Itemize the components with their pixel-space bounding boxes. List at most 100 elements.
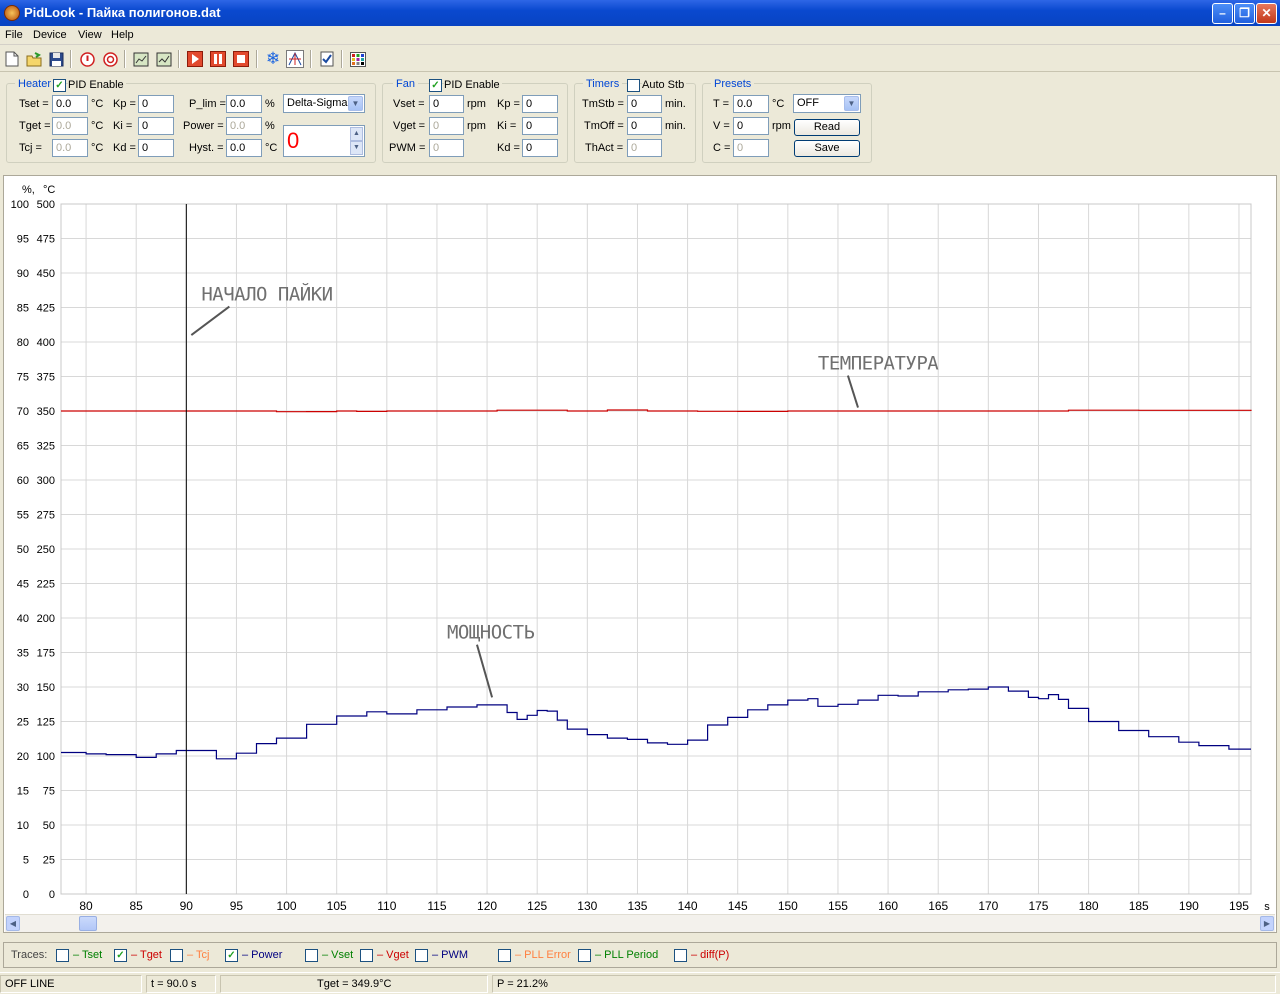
trace-checkbox-pwm[interactable] — [415, 949, 428, 962]
fan-kp-label: Kp = — [497, 98, 520, 110]
chart-import-icon[interactable] — [155, 50, 173, 68]
fan-ki-input[interactable]: 0 — [522, 117, 558, 135]
power-label: Power = — [183, 120, 224, 132]
heater-mode-select[interactable]: Delta-Sigma ▼ — [283, 94, 365, 113]
x-axis-unit: s — [1264, 901, 1270, 913]
x-tick-label: 160 — [878, 899, 898, 913]
palette-icon[interactable] — [349, 50, 367, 68]
trace-checkbox-tget[interactable]: ✓ — [114, 949, 127, 962]
unit-label: min. — [665, 120, 686, 132]
open-folder-icon[interactable] — [25, 50, 43, 68]
trace-checkbox-diff-p-[interactable] — [674, 949, 687, 962]
thact-input: 0 — [627, 139, 662, 157]
y-tick-label-temp: 500 — [37, 199, 55, 211]
annotation-label: ТЕМПЕРАТУРА — [818, 353, 939, 375]
stop-icon[interactable] — [232, 50, 250, 68]
unit-label: °C — [265, 142, 278, 154]
chevron-down-icon[interactable]: ▼ — [844, 96, 859, 111]
tmstb-input[interactable]: 0 — [627, 95, 662, 113]
tset-input[interactable]: 0.0 — [52, 95, 88, 113]
heater-ki-input[interactable]: 0 — [138, 117, 174, 135]
vset-input[interactable]: 0 — [429, 95, 464, 113]
auto-stb-checkbox[interactable]: ✓ — [627, 79, 640, 92]
close-button[interactable]: ✕ — [1256, 3, 1277, 24]
preset-select[interactable]: OFF ▼ — [793, 94, 861, 113]
heater-mode-value: Delta-Sigma — [287, 97, 348, 109]
traces-panel: Traces: – Tset ✓ – Tget – Tcj ✓ – Power – Vset… — [3, 942, 1277, 968]
scroll-thumb[interactable] — [79, 916, 97, 931]
trace-checkbox-pll-period[interactable] — [578, 949, 591, 962]
fan-kp-input[interactable]: 0 — [522, 95, 558, 113]
x-tick-label: 195 — [1229, 899, 1249, 913]
hyst-input[interactable]: 0.0 — [226, 139, 262, 157]
y-tick-label-temp: 475 — [37, 234, 55, 246]
unit-label: rpm — [467, 98, 486, 110]
unit-label: °C — [772, 98, 785, 110]
fan-pid-enable-checkbox[interactable]: ✓ — [429, 79, 442, 92]
y-tick-label-pct: 75 — [17, 372, 29, 384]
tmoff-input[interactable]: 0 — [627, 117, 662, 135]
trace-checkbox-tcj[interactable] — [170, 949, 183, 962]
thact-label: ThAct = — [585, 142, 624, 154]
chevron-down-icon[interactable]: ▼ — [348, 96, 363, 111]
y-axis-unit-temp: °C — [43, 184, 55, 196]
trace-label: – PLL Error — [515, 949, 571, 961]
chart-export-icon[interactable] — [132, 50, 150, 68]
grid-view-icon[interactable] — [286, 50, 304, 68]
snowflake-icon[interactable]: ❄ — [264, 49, 282, 68]
save-button[interactable]: Save — [794, 140, 860, 157]
traces-label: Traces: — [11, 949, 48, 961]
scroll-left-icon[interactable]: ◀ — [6, 916, 20, 931]
preset-v-input[interactable]: 0 — [733, 117, 769, 135]
new-file-icon[interactable] — [3, 50, 21, 68]
save-disk-icon[interactable] — [47, 50, 65, 68]
minimize-button[interactable]: – — [1212, 3, 1233, 24]
trace-label: – diff(P) — [691, 949, 730, 961]
trace-checkbox-vget[interactable] — [360, 949, 373, 962]
power-off-icon[interactable] — [101, 50, 119, 68]
trace-label: – Power — [242, 949, 283, 961]
trace-checkbox-pll-error[interactable] — [498, 949, 511, 962]
read-button[interactable]: Read — [794, 119, 860, 136]
y-tick-label-pct: 70 — [17, 406, 29, 418]
x-tick-label: 120 — [477, 899, 497, 913]
plim-input[interactable]: 0.0 — [226, 95, 262, 113]
status-temperature: Tget = 349.9°C — [220, 975, 488, 993]
y-tick-label-pct: 35 — [17, 648, 29, 660]
toolbar: ❄ — [0, 46, 1280, 72]
horizontal-scrollbar[interactable]: ◀ ▶ — [5, 914, 1275, 932]
heater-pid-enable-checkbox[interactable]: ✓ — [53, 79, 66, 92]
power-on-icon[interactable] — [78, 50, 96, 68]
counter-spinbox[interactable]: 0 ▲ ▼ — [283, 125, 365, 157]
menu-view[interactable]: View — [78, 29, 102, 41]
trace-checkbox-vset[interactable] — [305, 949, 318, 962]
trace-label: – Vget — [377, 949, 409, 961]
play-icon[interactable] — [186, 50, 204, 68]
y-tick-label-pct: 30 — [17, 682, 29, 694]
trace-checkbox-tset[interactable] — [56, 949, 69, 962]
heater-kd-input[interactable]: 0 — [138, 139, 174, 157]
tget-input: 0.0 — [52, 117, 88, 135]
trace-checkbox-power[interactable]: ✓ — [225, 949, 238, 962]
x-tick-label: 110 — [377, 899, 396, 913]
preset-c-label: C = — [713, 142, 731, 154]
menu-file[interactable]: File — [5, 29, 23, 41]
pause-icon[interactable] — [209, 50, 227, 68]
chart-plot[interactable]: %, °C 0 0 5 25 10 50 15 75 20 100 25 125 30 150 35 175 40 2… — [4, 176, 1276, 916]
y-tick-label-temp: 150 — [37, 682, 55, 694]
spin-up-icon[interactable]: ▲ — [350, 127, 363, 141]
y-tick-label-temp: 325 — [37, 441, 55, 453]
menu-help[interactable]: Help — [111, 29, 134, 41]
menu-device[interactable]: Device — [33, 29, 67, 41]
checklist-icon[interactable] — [318, 50, 336, 68]
restore-button[interactable]: ❐ — [1234, 3, 1255, 24]
y-tick-label-pct: 45 — [17, 579, 29, 591]
spin-down-icon[interactable]: ▼ — [350, 141, 363, 155]
scroll-right-icon[interactable]: ▶ — [1260, 916, 1274, 931]
fan-kd-input[interactable]: 0 — [522, 139, 558, 157]
heater-kp-input[interactable]: 0 — [138, 95, 174, 113]
y-tick-label-temp: 50 — [43, 820, 55, 832]
toolbar-separator — [341, 50, 343, 68]
preset-t-input[interactable]: 0.0 — [733, 95, 769, 113]
x-tick-label: 170 — [978, 899, 998, 913]
